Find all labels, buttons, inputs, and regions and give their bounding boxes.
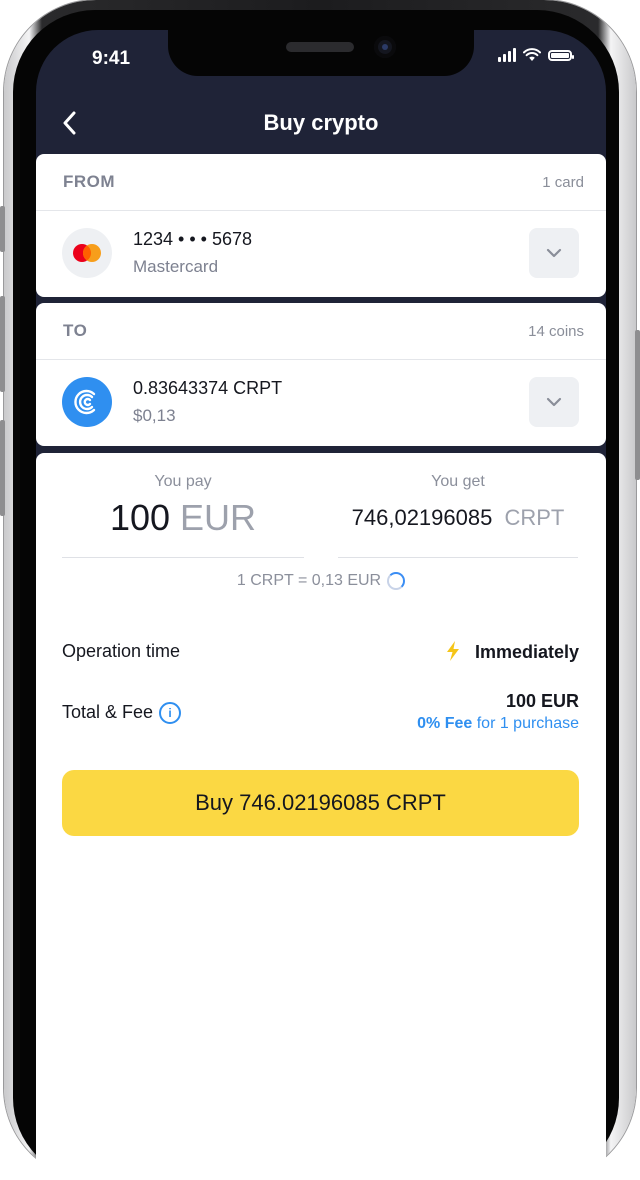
you-get-label: You get <box>431 473 485 490</box>
volume-up-button <box>0 296 5 392</box>
pay-amount-value: 100 <box>109 497 171 538</box>
to-label: TO <box>63 321 88 340</box>
to-header: TO 14 coins <box>36 303 606 360</box>
pay-currency: EUR <box>180 497 257 538</box>
exchange-rate-text: 1 CRPT = 0,13 EUR <box>236 572 382 589</box>
crpt-coin-icon <box>62 377 112 427</box>
pay-underline <box>62 557 304 558</box>
battery-icon <box>548 49 574 61</box>
you-pay-label: You pay <box>154 473 212 490</box>
mastercard-logo <box>62 228 112 278</box>
get-amount-input[interactable]: 746,02196085 CRPT <box>338 505 578 531</box>
total-fee-label: Total & Fee i <box>62 702 182 725</box>
total-value: 100 EUR <box>505 691 579 711</box>
chevron-down-icon <box>546 248 562 258</box>
silent-switch <box>0 206 5 252</box>
info-icon[interactable]: i <box>159 702 182 725</box>
select-card-button[interactable] <box>529 228 579 278</box>
card-count: 1 card <box>542 173 584 191</box>
card-number: 1234 • • • 5678 <box>133 229 252 249</box>
volume-down-button <box>0 420 5 516</box>
app-screen: 9:41 Buy crypto FROM 1 card 1234 • • • 5… <box>36 30 606 1180</box>
operation-time-value: Immediately <box>445 641 579 663</box>
lightning-icon <box>446 641 459 661</box>
select-coin-button[interactable] <box>529 377 579 427</box>
payment-card-row[interactable]: 1234 • • • 5678 Mastercard <box>36 211 606 296</box>
page-title: Buy crypto <box>263 110 379 135</box>
buy-button[interactable]: Buy 746.02196085 CRPT <box>62 770 579 836</box>
coin-fiat-value: $0,13 <box>133 406 176 425</box>
from-header: FROM 1 card <box>36 154 606 211</box>
get-amount-value: 746,02196085 <box>351 505 493 530</box>
status-icons <box>498 48 574 62</box>
get-currency: CRPT <box>504 505 565 530</box>
speaker-grille <box>286 42 354 52</box>
exchange-rate: 1 CRPT = 0,13 EUR <box>36 572 606 590</box>
wifi-icon <box>523 48 541 61</box>
from-card: FROM 1 card 1234 • • • 5678 Mastercard <box>36 154 606 297</box>
coin-amount: 0.83643374 CRPT <box>133 378 283 398</box>
front-camera <box>374 36 396 58</box>
fee-text: for 1 purchase <box>476 715 579 732</box>
chevron-down-icon <box>546 397 562 407</box>
notch <box>168 30 474 76</box>
operation-time-label: Operation time <box>62 641 181 661</box>
power-button <box>635 330 640 480</box>
total-fee-text: Total & Fee <box>62 702 154 722</box>
from-label: FROM <box>63 172 116 191</box>
operation-time-text: Immediately <box>474 642 579 662</box>
coin-count: 14 coins <box>528 322 584 340</box>
loading-spinner-icon <box>387 572 406 590</box>
fee-percent: 0% Fee <box>417 715 473 732</box>
fee-info: 0% Fee for 1 purchase <box>417 715 579 733</box>
exchange-panel: You pay You get 100 EUR 746,02196085 CRP… <box>36 453 606 1180</box>
coin-row[interactable]: 0.83643374 CRPT $0,13 <box>36 360 606 445</box>
get-underline <box>338 557 578 558</box>
status-time: 9:41 <box>92 48 131 69</box>
cellular-signal-icon <box>498 48 516 62</box>
pay-amount-input[interactable]: 100 EUR <box>62 497 304 539</box>
to-card: TO 14 coins 0.83643374 CRPT $0,13 <box>36 303 606 446</box>
card-type: Mastercard <box>133 257 219 276</box>
